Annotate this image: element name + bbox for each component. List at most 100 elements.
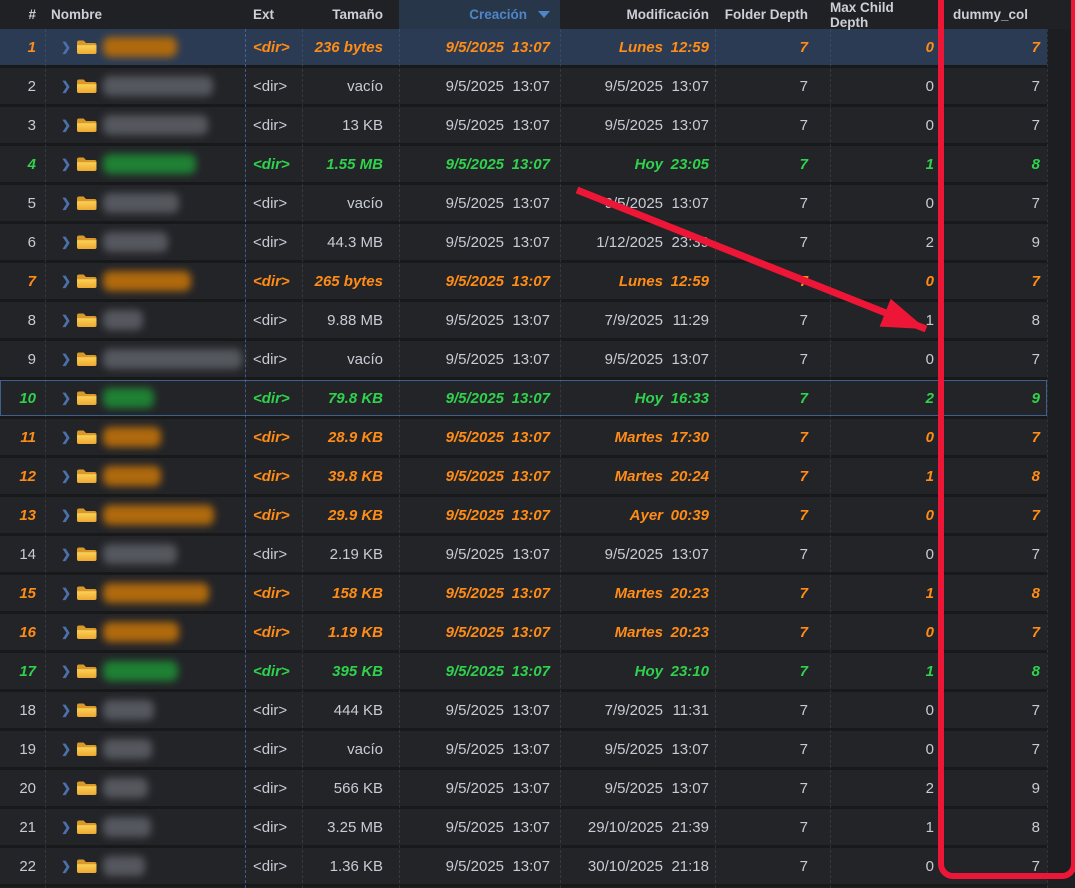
header-tamano[interactable]: Tamaño [302,0,399,29]
expand-chevron-icon[interactable]: ❯ [61,509,71,521]
table-row[interactable]: 7 ❯ <dir> 265 bytes 9/5/202513:07 Lunes1… [0,263,1047,302]
created-cell: 9/5/202513:07 [399,575,560,611]
created-time: 13:07 [504,507,550,524]
table-row[interactable]: 4 ❯ <dir> 1.55 MB 9/5/202513:07 Hoy23:05… [0,146,1047,185]
expand-chevron-icon[interactable]: ❯ [61,743,71,755]
size-cell: 158 KB [302,575,399,611]
redacted-name [103,817,151,837]
dummy-col-cell: 9 [945,770,1047,806]
expand-chevron-icon[interactable]: ❯ [61,314,71,326]
expand-chevron-icon[interactable]: ❯ [61,470,71,482]
header-nombre[interactable]: Nombre [45,0,245,29]
row-number: 9 [0,341,45,377]
modified-cell: Martes17:30 [560,419,715,455]
expand-chevron-icon[interactable]: ❯ [61,119,71,131]
table-row[interactable]: 3 ❯ <dir> 13 KB 9/5/202513:07 9/5/202513… [0,107,1047,146]
expand-chevron-icon[interactable]: ❯ [61,704,71,716]
modified-time: 16:33 [663,390,709,407]
table-row[interactable]: 17 ❯ <dir> 395 KB 9/5/202513:07 Hoy23:10… [0,653,1047,692]
folder-depth-cell: 7 [715,419,830,455]
redacted-name [103,856,145,876]
redacted-name [103,76,213,96]
name-cell: ❯ [45,263,245,299]
expand-chevron-icon[interactable]: ❯ [61,431,71,443]
folder-icon [76,702,97,718]
table-row[interactable]: 6 ❯ <dir> 44.3 MB 9/5/202513:07 1/12/202… [0,224,1047,263]
expand-chevron-icon[interactable]: ❯ [61,392,71,404]
expand-chevron-icon[interactable]: ❯ [61,80,71,92]
expand-chevron-icon[interactable]: ❯ [61,821,71,833]
name-cell: ❯ [45,692,245,728]
expand-chevron-icon[interactable]: ❯ [61,41,71,53]
header-dummy-col[interactable]: dummy_col [945,0,1047,29]
table-row[interactable]: 20 ❯ <dir> 566 KB 9/5/202513:07 9/5/2025… [0,770,1047,809]
row-number: 3 [0,107,45,143]
created-time: 13:07 [504,546,550,563]
folder-depth-cell: 7 [715,224,830,260]
modified-cell: 9/5/202513:07 [560,107,715,143]
modified-cell: Martes20:24 [560,458,715,494]
expand-chevron-icon[interactable]: ❯ [61,782,71,794]
table-row[interactable]: 19 ❯ <dir> vacío 9/5/202513:07 9/5/20251… [0,731,1047,770]
created-time: 13:07 [504,234,550,251]
table-row[interactable]: 10 ❯ <dir> 79.8 KB 9/5/202513:07 Hoy16:3… [0,380,1047,419]
created-time: 13:07 [504,429,550,446]
expand-chevron-icon[interactable]: ❯ [61,197,71,209]
modified-time: 13:07 [663,195,709,212]
modified-cell: 9/5/202513:07 [560,770,715,806]
created-cell: 9/5/202513:07 [399,224,560,260]
created-time: 13:07 [504,702,550,719]
table-row[interactable]: 12 ❯ <dir> 39.8 KB 9/5/202513:07 Martes2… [0,458,1047,497]
table-row[interactable]: 15 ❯ <dir> 158 KB 9/5/202513:07 Martes20… [0,575,1047,614]
ext-cell: <dir> [245,341,302,377]
expand-chevron-icon[interactable]: ❯ [61,275,71,287]
modified-cell: Ayer00:39 [560,497,715,533]
modified-cell: Lunes12:59 [560,263,715,299]
expand-chevron-icon[interactable]: ❯ [61,665,71,677]
modified-cell: 9/5/202513:07 [560,536,715,572]
table-row[interactable]: 13 ❯ <dir> 29.9 KB 9/5/202513:07 Ayer00:… [0,497,1047,536]
folder-icon [76,507,97,523]
max-child-depth-cell: 0 [830,848,945,884]
table-row[interactable]: 8 ❯ <dir> 9.88 MB 9/5/202513:07 7/9/2025… [0,302,1047,341]
header-folder-depth[interactable]: Folder Depth [715,0,830,29]
expand-chevron-icon[interactable]: ❯ [61,626,71,638]
table-row[interactable]: 18 ❯ <dir> 444 KB 9/5/202513:07 7/9/2025… [0,692,1047,731]
header-modificacion[interactable]: Modificación [560,0,715,29]
table-row[interactable]: 5 ❯ <dir> vacío 9/5/202513:07 9/5/202513… [0,185,1047,224]
max-child-depth-cell: 0 [830,29,945,65]
redacted-name [103,310,143,330]
expand-chevron-icon[interactable]: ❯ [61,158,71,170]
table-row[interactable]: 14 ❯ <dir> 2.19 KB 9/5/202513:07 9/5/202… [0,536,1047,575]
table-row[interactable]: 16 ❯ <dir> 1.19 KB 9/5/202513:07 Martes2… [0,614,1047,653]
table-row[interactable]: 9 ❯ <dir> vacío 9/5/202513:07 9/5/202513… [0,341,1047,380]
redacted-name [103,700,154,720]
name-cell: ❯ [45,848,245,884]
modified-time: 13:07 [663,351,709,368]
table-row[interactable]: 11 ❯ <dir> 28.9 KB 9/5/202513:07 Martes1… [0,419,1047,458]
table-row[interactable]: 22 ❯ <dir> 1.36 KB 9/5/202513:07 30/10/2… [0,848,1047,887]
redacted-name [103,778,148,798]
expand-chevron-icon[interactable]: ❯ [61,236,71,248]
expand-chevron-icon[interactable]: ❯ [61,548,71,560]
table-row[interactable]: 1 ❯ <dir> 236 bytes 9/5/202513:07 Lunes1… [0,29,1047,68]
created-cell: 9/5/202513:07 [399,29,560,65]
modified-time: 20:24 [663,468,709,485]
expand-chevron-icon[interactable]: ❯ [61,353,71,365]
max-child-depth-cell: 1 [830,458,945,494]
created-time: 13:07 [504,156,550,173]
redacted-name [103,427,161,447]
table-row[interactable]: 2 ❯ <dir> vacío 9/5/202513:07 9/5/202513… [0,68,1047,107]
header-creacion[interactable]: Creación [399,0,560,29]
row-number: 7 [0,263,45,299]
name-cell: ❯ [45,770,245,806]
header-max-child-depth[interactable]: Max Child Depth [830,0,945,29]
header-ext[interactable]: Ext [245,0,302,29]
created-cell: 9/5/202513:07 [399,770,560,806]
name-cell: ❯ [45,185,245,221]
table-row[interactable]: 21 ❯ <dir> 3.25 MB 9/5/202513:07 29/10/2… [0,809,1047,848]
expand-chevron-icon[interactable]: ❯ [61,860,71,872]
row-number: 2 [0,68,45,104]
expand-chevron-icon[interactable]: ❯ [61,587,71,599]
header-num[interactable]: # [0,0,45,29]
